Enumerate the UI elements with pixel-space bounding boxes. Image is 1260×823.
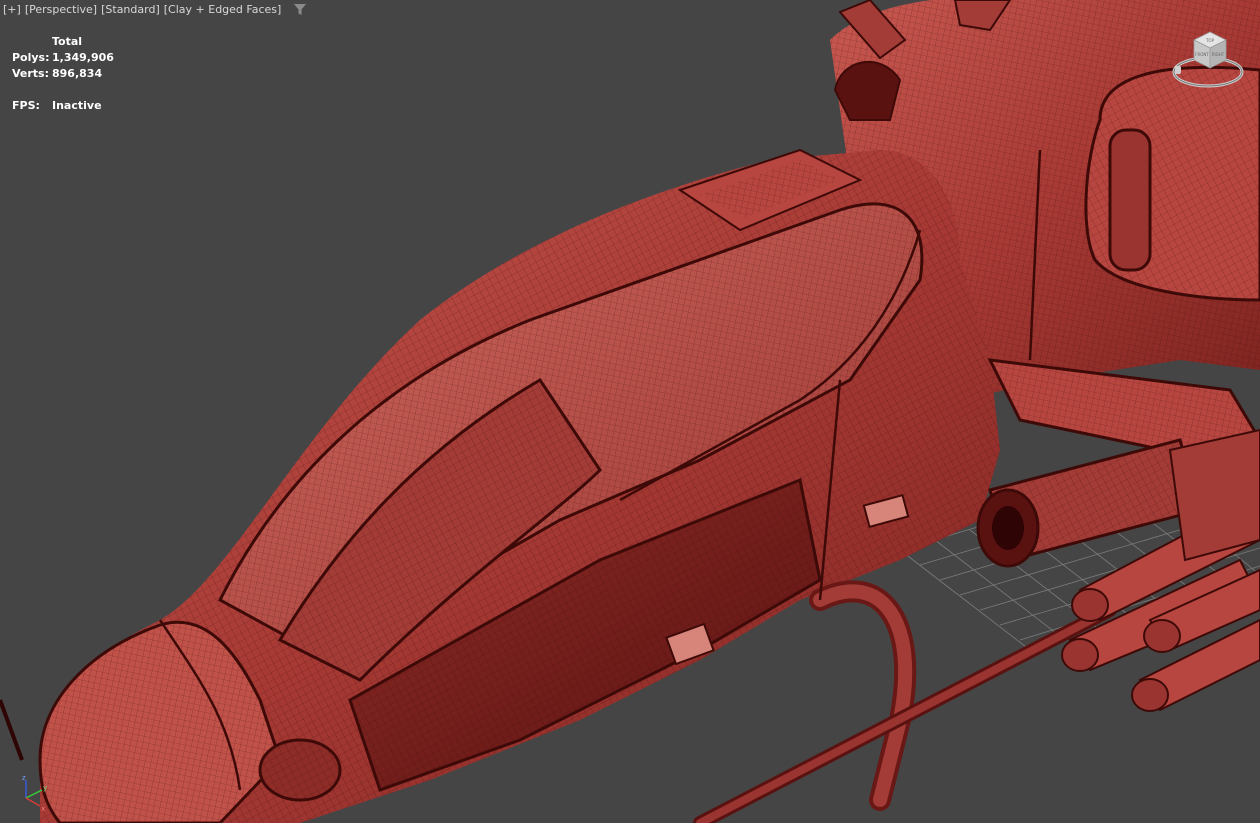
viewport-standard-menu[interactable]: [Standard]: [101, 3, 160, 16]
viewport-general-menu[interactable]: [+]: [3, 3, 21, 16]
viewcube-label-top: TOP: [1205, 38, 1215, 43]
axis-z-label: z: [22, 774, 26, 782]
axis-x-label: x: [41, 805, 45, 812]
stats-header: Total: [52, 35, 83, 48]
polys-label: Polys:: [12, 51, 50, 64]
verts-value: 896,834: [52, 67, 103, 80]
polys-value: 1,349,906: [52, 51, 114, 64]
funnel-icon[interactable]: [293, 3, 307, 16]
viewport[interactable]: [+] [Perspective] [Standard] [Clay + Edg…: [0, 0, 1260, 823]
axis-tripod-icon: z y x: [22, 774, 47, 812]
viewport-point-of-view-menu[interactable]: [Perspective]: [25, 3, 97, 16]
viewcube-label-front: FRONT: [1195, 52, 1209, 57]
fps-value: Inactive: [52, 99, 102, 112]
viewcube-icon[interactable]: TOP RIGHT FRONT: [1172, 26, 1248, 92]
statistics-overlay: Total Polys: 1,349,906 Verts: 896,834 FP…: [12, 34, 114, 114]
verts-label: Verts:: [12, 67, 50, 80]
helicopter-model-render[interactable]: [0, 0, 1260, 823]
viewcube-label-right: RIGHT: [1212, 52, 1225, 57]
axis-y-label: y: [43, 784, 47, 792]
fps-label: FPS:: [12, 99, 40, 112]
viewport-label-bar: [+] [Perspective] [Standard] [Clay + Edg…: [3, 3, 307, 16]
viewport-shading-menu[interactable]: [Clay + Edged Faces]: [164, 3, 282, 16]
viewcube-home-icon[interactable]: [1175, 66, 1181, 74]
